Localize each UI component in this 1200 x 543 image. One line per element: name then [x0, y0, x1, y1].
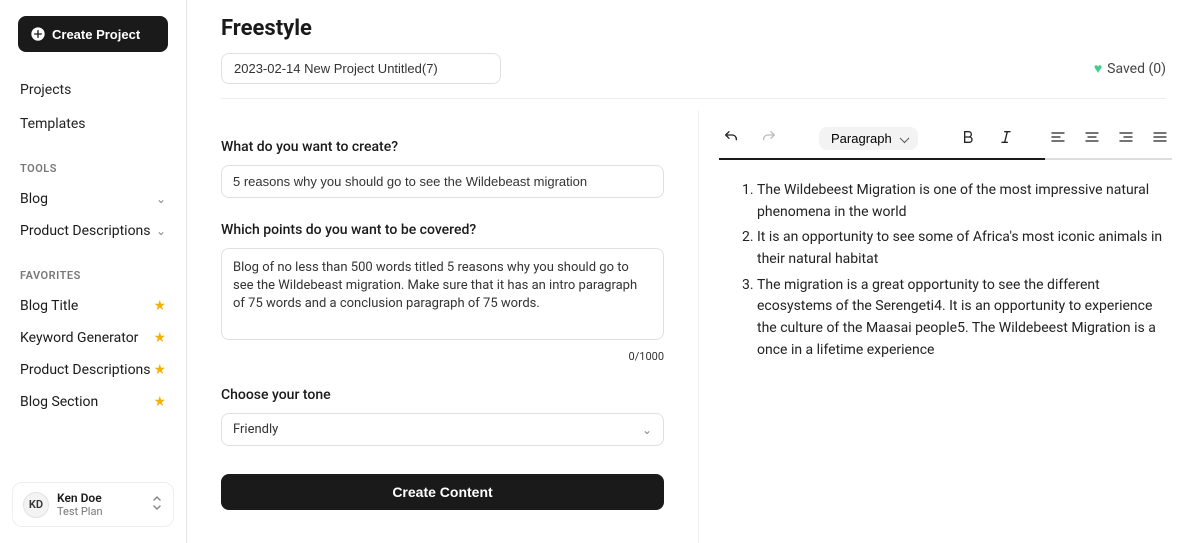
sidebar-item-blog[interactable]: Blog ⌄ [0, 183, 186, 215]
bold-icon [960, 129, 976, 145]
italic-button[interactable] [994, 125, 1018, 152]
updown-icon [151, 495, 163, 515]
page-header: Freestyle ♥ Saved (0) [187, 0, 1200, 111]
sidebar-item-product-descriptions[interactable]: Product Descriptions ⌄ [0, 215, 186, 247]
redo-button[interactable] [757, 125, 781, 152]
divider [221, 98, 1166, 99]
align-right-button[interactable] [1114, 125, 1138, 152]
form-pane: What do you want to create? Which points… [187, 111, 699, 543]
star-icon: ★ [153, 362, 166, 378]
editor-toolbar: Paragraph [719, 125, 1172, 160]
saved-indicator[interactable]: ♥ Saved (0) [1094, 60, 1166, 77]
star-icon: ★ [153, 330, 166, 346]
create-content-button[interactable]: Create Content [221, 474, 664, 510]
sidebar-section-tools: TOOLS [0, 140, 186, 183]
align-left-icon [1050, 129, 1066, 145]
italic-icon [998, 129, 1014, 145]
undo-icon [723, 129, 739, 145]
tone-select[interactable]: Friendly ⌄ [221, 413, 664, 446]
list-item: The migration is a great opportunity to … [757, 275, 1172, 362]
star-icon: ★ [153, 394, 166, 410]
fav-blog-section[interactable]: Blog Section ★ [0, 386, 186, 418]
fav-label: Keyword Generator [20, 330, 138, 346]
saved-label: Saved (0) [1107, 61, 1166, 77]
sidebar-item-label: Product Descriptions [20, 223, 151, 239]
user-menu[interactable]: KD Ken Doe Test Plan [12, 482, 174, 527]
create-project-button[interactable]: Create Project [18, 16, 168, 52]
fav-product-descriptions[interactable]: Product Descriptions ★ [0, 354, 186, 386]
plus-circle-icon [30, 26, 46, 42]
project-name-input[interactable] [221, 53, 501, 84]
sidebar-item-label: Blog [20, 191, 48, 207]
star-icon: ★ [153, 298, 166, 314]
list-item: It is an opportunity to see some of Afri… [757, 227, 1172, 270]
fav-label: Blog Title [20, 298, 78, 314]
field-label-points: Which points do you want to be covered? [221, 222, 664, 238]
chevron-down-icon: ⌄ [156, 192, 166, 206]
create-input[interactable] [221, 165, 664, 198]
field-label-create: What do you want to create? [221, 139, 664, 155]
create-project-label: Create Project [52, 27, 140, 42]
align-justify-button[interactable] [1148, 125, 1172, 152]
editor-pane: Paragraph [699, 111, 1200, 543]
sidebar-section-favorites: FAVORITES [0, 247, 186, 290]
nav-templates[interactable]: Templates [0, 108, 186, 140]
paragraph-style-select[interactable]: Paragraph [819, 127, 918, 150]
align-justify-icon [1152, 129, 1168, 145]
fav-keyword-generator[interactable]: Keyword Generator ★ [0, 322, 186, 354]
heart-icon: ♥ [1094, 60, 1102, 77]
avatar: KD [23, 492, 49, 518]
align-left-button[interactable] [1046, 125, 1070, 152]
align-center-icon [1084, 129, 1100, 145]
align-center-button[interactable] [1080, 125, 1104, 152]
align-right-icon [1118, 129, 1134, 145]
tone-value: Friendly [233, 422, 278, 437]
chevron-down-icon: ⌄ [156, 224, 166, 238]
chevron-down-icon: ⌄ [642, 423, 652, 437]
editor-content[interactable]: The Wildebeest Migration is one of the m… [719, 180, 1172, 362]
user-name: Ken Doe [57, 491, 143, 505]
field-label-tone: Choose your tone [221, 387, 664, 403]
bold-button[interactable] [956, 125, 980, 152]
redo-icon [761, 129, 777, 145]
list-item: The Wildebeest Migration is one of the m… [757, 180, 1172, 223]
main: Freestyle ♥ Saved (0) What do you want t… [187, 0, 1200, 543]
sidebar: Create Project Projects Templates TOOLS … [0, 0, 187, 543]
points-textarea[interactable] [221, 248, 664, 340]
undo-button[interactable] [719, 125, 743, 152]
page-title: Freestyle [221, 16, 1166, 41]
nav-projects[interactable]: Projects [0, 74, 186, 106]
user-plan: Test Plan [57, 505, 143, 518]
fav-blog-title[interactable]: Blog Title ★ [0, 290, 186, 322]
char-counter: 0/1000 [221, 350, 664, 363]
fav-label: Blog Section [20, 394, 98, 410]
fav-label: Product Descriptions [20, 362, 151, 378]
